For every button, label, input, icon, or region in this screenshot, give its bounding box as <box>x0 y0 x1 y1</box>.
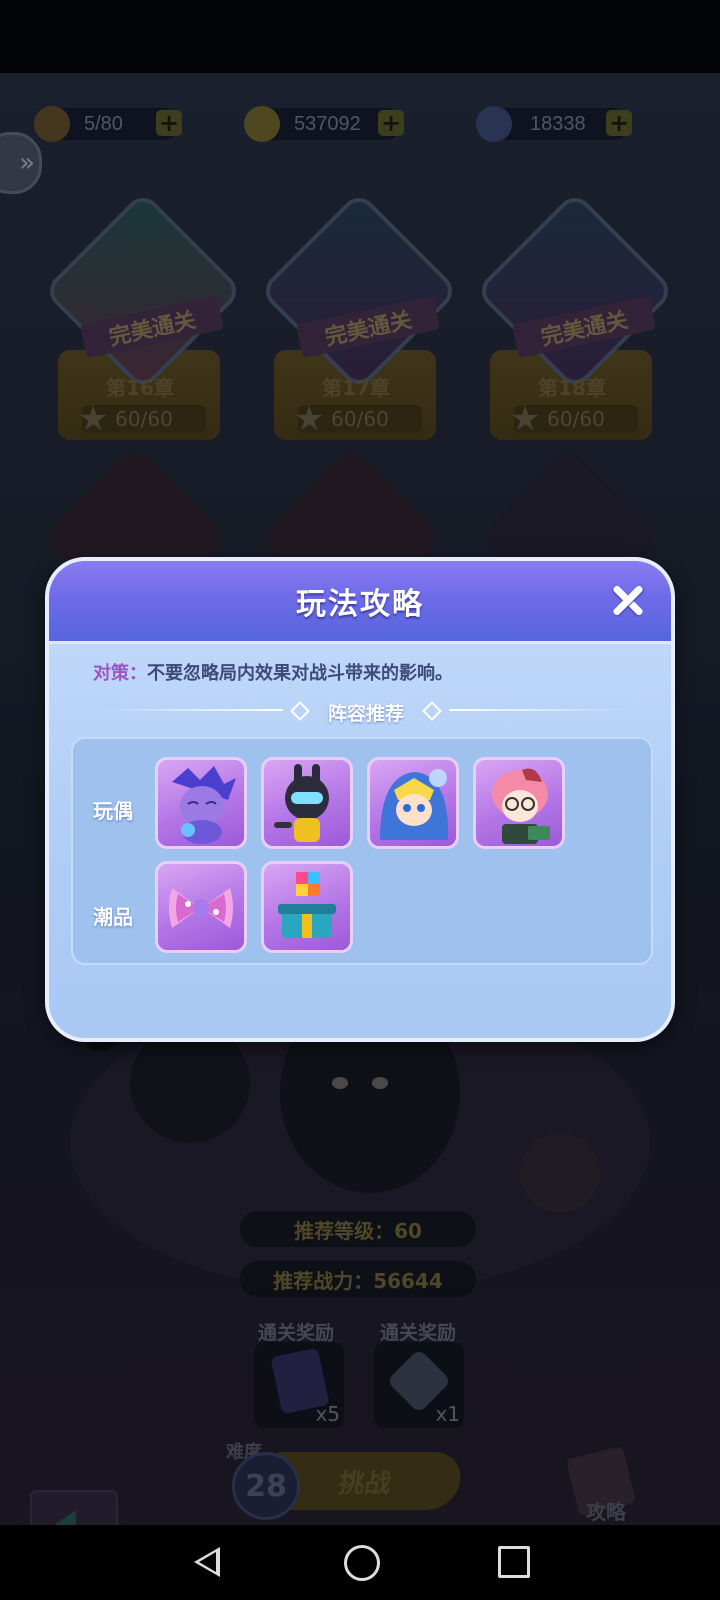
chapter-star-progress: ★ 60/60 <box>510 399 638 439</box>
reward-item-cards[interactable]: x5 <box>254 1342 344 1428</box>
chapter-stars: 60/60 <box>547 407 605 431</box>
bow-tie-icon[interactable] <box>155 861 247 953</box>
chapter-name: 第16章 <box>106 376 174 400</box>
coin-value: 537092 <box>294 112 361 135</box>
chapter-card-17[interactable]: 完美通关 第17章 ★ 60/60 <box>258 190 460 450</box>
coin-icon <box>244 106 280 142</box>
diamond-icon <box>476 106 512 142</box>
sleepy-dragon-doll-icon[interactable] <box>155 757 247 849</box>
cube-gift-box-icon[interactable] <box>261 861 353 953</box>
system-nav-bar <box>0 1525 720 1600</box>
chapter-star-progress: ★ 60/60 <box>78 399 206 439</box>
star-icon: ★ <box>510 399 541 439</box>
coin-counter[interactable]: 537092 + <box>244 106 404 142</box>
chapter-name: 第17章 <box>322 376 390 400</box>
lineup-panel: 玩偶 潮品 <box>71 737 653 965</box>
guide-label: 攻略 <box>586 1500 626 1524</box>
status-bar <box>0 0 720 73</box>
reward-count: x5 <box>315 1402 340 1426</box>
chapter-stars: 60/60 <box>331 407 389 431</box>
energy-counter[interactable]: 5/80 + <box>34 106 182 142</box>
dialog-title: 玩法攻略 <box>296 587 424 622</box>
energy-icon <box>34 106 70 142</box>
close-icon[interactable] <box>605 577 651 623</box>
nav-back-icon[interactable] <box>194 1547 220 1577</box>
reward-item-box[interactable]: x1 <box>374 1342 464 1428</box>
nav-home-icon[interactable] <box>344 1545 380 1581</box>
strategy-line: 对策：不要忽略局内效果对战斗带来的影响。 <box>93 659 453 685</box>
chapter-star-progress: ★ 60/60 <box>294 399 422 439</box>
reward-count: x1 <box>435 1402 460 1426</box>
challenge-label: 挑战 <box>336 1468 393 1499</box>
diamond-value: 18338 <box>530 112 586 135</box>
strategy-key: 对策： <box>93 663 147 684</box>
reward-label: 通关奖励 <box>258 1322 335 1344</box>
energy-value: 5/80 <box>84 112 123 135</box>
diamond-counter[interactable]: 18338 + <box>476 106 632 142</box>
reward-label: 通关奖励 <box>380 1322 457 1344</box>
pink-hair-girl-doll-icon[interactable] <box>473 757 565 849</box>
add-coin-button[interactable]: + <box>378 110 404 136</box>
robot-bunny-doll-icon[interactable] <box>261 757 353 849</box>
star-icon: ★ <box>78 399 109 439</box>
strategy-text: 不要忽略局内效果对战斗带来的影响。 <box>147 663 453 684</box>
add-diamond-button[interactable]: + <box>606 110 632 136</box>
chapter-name: 第18章 <box>538 376 606 400</box>
blue-hood-boy-doll-icon[interactable] <box>367 757 459 849</box>
dialog-header: 玩法攻略 <box>49 561 671 644</box>
trends-row-label: 潮品 <box>93 905 133 929</box>
recommended-power: 推荐战力：56644 <box>240 1261 476 1297</box>
strategy-guide-dialog: 玩法攻略 对策：不要忽略局内效果对战斗带来的影响。 阵容推荐 玩偶 潮品 <box>45 557 675 1042</box>
recommended-level: 推荐等级：60 <box>240 1211 476 1247</box>
chapter-card-18[interactable]: 完美通关 第18章 ★ 60/60 <box>474 190 676 450</box>
double-chevron-right-icon: » <box>19 148 35 178</box>
difficulty-value: 28 <box>245 1468 287 1504</box>
nav-recents-icon[interactable] <box>498 1546 530 1578</box>
dolls-row-label: 玩偶 <box>93 799 133 823</box>
divider-line <box>449 709 629 711</box>
chapter-stars: 60/60 <box>115 407 173 431</box>
difficulty-badge: 28 <box>232 1452 300 1520</box>
guide-button[interactable]: 攻略 <box>565 1445 640 1524</box>
chapter-card-16[interactable]: 完美通关 第16章 ★ 60/60 <box>42 190 244 450</box>
lineup-divider: 阵容推荐 <box>103 699 629 725</box>
add-energy-button[interactable]: + <box>156 110 182 136</box>
star-icon: ★ <box>294 399 325 439</box>
lineup-title: 阵容推荐 <box>327 703 404 725</box>
